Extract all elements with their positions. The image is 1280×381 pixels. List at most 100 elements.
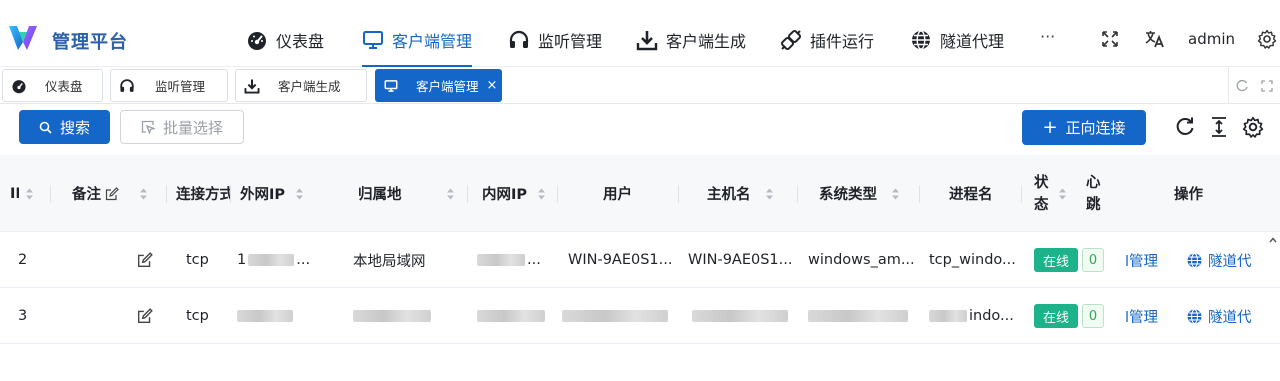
scroll-up-icon[interactable]: [1268, 235, 1278, 245]
cell-process: indo...: [929, 288, 1014, 344]
maximize-icon[interactable]: [1260, 79, 1274, 93]
sort-icon[interactable]: [537, 187, 546, 201]
download-icon: [244, 78, 260, 94]
cell-user: [562, 288, 668, 344]
nav-item-tunnel-proxy[interactable]: 隧道代理: [910, 27, 1004, 53]
nav-label: 插件运行: [810, 32, 875, 51]
column-header-heartbeat[interactable]: 心 跳: [1086, 155, 1116, 232]
table-row[interactable]: 3 tcp indo... 在线 0 l管理 隧道代: [0, 288, 1280, 344]
column-divider: [919, 185, 920, 203]
column-divider: [166, 185, 167, 203]
edit-remark-icon[interactable]: [137, 288, 153, 344]
top-navigation-bar: 管理平台 仪表盘 客户端管理 监听管理 客户端生成 插件运行 隧道代理 ··· …: [0, 0, 1280, 67]
globe-icon: [1186, 308, 1203, 325]
cell-id: 2: [18, 252, 28, 268]
batch-select-button[interactable]: 批量选择: [120, 110, 244, 144]
nav-label: 监听管理: [538, 32, 603, 51]
tab-client-generation[interactable]: 客户端生成: [235, 69, 367, 102]
tab-listener-management[interactable]: 监听管理: [110, 69, 228, 102]
column-divider: [678, 185, 679, 203]
settings-icon[interactable]: [1257, 27, 1277, 51]
column-header-os[interactable]: 系统类型: [819, 155, 919, 232]
globe-icon: [1186, 252, 1203, 269]
heartbeat-badge: 0: [1082, 304, 1104, 328]
search-button[interactable]: 搜索: [19, 110, 110, 144]
plus-icon: +: [1042, 117, 1058, 138]
column-header-external-ip[interactable]: 外网IP: [240, 155, 330, 232]
status-badge: 在线: [1034, 304, 1078, 328]
cell-os: [808, 288, 908, 344]
sort-icon[interactable]: [1058, 155, 1072, 232]
column-header-id[interactable]: ID: [10, 155, 50, 232]
cell-location: 本地局域网: [353, 253, 426, 270]
sort-icon[interactable]: [446, 155, 460, 232]
refresh-icon[interactable]: [1172, 114, 1198, 140]
cell-external-ip: [237, 288, 293, 344]
sort-icon[interactable]: [295, 187, 304, 201]
sort-icon[interactable]: [765, 187, 774, 201]
column-header-process[interactable]: 进程名: [949, 155, 1009, 232]
nav-item-client-management[interactable]: 客户端管理: [362, 27, 473, 67]
heartbeat-badge: 0: [1082, 248, 1104, 272]
manage-link[interactable]: l管理: [1125, 288, 1158, 344]
manage-link[interactable]: l管理: [1125, 232, 1158, 288]
sort-icon[interactable]: [891, 187, 900, 201]
cell-internal-ip: ...: [477, 232, 541, 288]
tab-client-management[interactable]: 客户端管理 ×: [375, 69, 502, 102]
redacted-value: [237, 310, 293, 322]
column-header-remark[interactable]: 备注: [72, 155, 162, 232]
monitor-icon: [384, 79, 398, 93]
column-header-internal-ip[interactable]: 内网IP: [482, 155, 562, 232]
status-badge: 在线: [1034, 248, 1078, 272]
cell-process: tcp_windo...: [929, 252, 1016, 268]
column-divider: [797, 185, 798, 203]
headphones-icon: [508, 29, 530, 51]
sort-icon[interactable]: [139, 187, 148, 201]
nav-more-button[interactable]: ···: [1040, 27, 1055, 46]
column-header-location[interactable]: 归属地: [358, 155, 408, 232]
nav-label: 隧道代理: [940, 32, 1005, 51]
nav-item-dashboard[interactable]: 仪表盘: [246, 27, 324, 53]
dashboard-icon: [246, 29, 268, 51]
column-header-protocol[interactable]: 连接方式: [176, 155, 230, 232]
nav-item-plugin-run[interactable]: 插件运行: [780, 27, 874, 53]
column-settings-icon[interactable]: [1240, 114, 1266, 140]
row-density-icon[interactable]: [1206, 114, 1232, 140]
brand-title: 管理平台: [52, 32, 128, 53]
nav-item-listener-management[interactable]: 监听管理: [508, 27, 602, 53]
nav-label: 仪表盘: [276, 32, 325, 51]
table-row[interactable]: 2 tcp 1 ... 本地局域网 ... WIN-9AE0S1... WIN-…: [0, 232, 1280, 288]
tab-dashboard[interactable]: 仪表盘: [2, 69, 103, 102]
cell-location: [353, 288, 431, 344]
cell-protocol: tcp: [186, 308, 209, 324]
forward-connect-button[interactable]: + 正向连接: [1022, 110, 1146, 145]
column-header-actions: 操作: [1174, 187, 1203, 203]
translate-icon[interactable]: [1144, 27, 1166, 51]
user-name[interactable]: admin: [1188, 27, 1235, 51]
tunnel-proxy-link[interactable]: 隧道代: [1186, 232, 1280, 288]
close-icon[interactable]: ×: [487, 78, 498, 93]
column-divider: [467, 185, 468, 203]
sort-icon[interactable]: [25, 187, 34, 201]
tab-bar: 仪表盘 监听管理 客户端生成 客户端管理 ×: [0, 67, 1280, 104]
redacted-value: [353, 310, 431, 322]
nav-label: 客户端生成: [666, 32, 747, 51]
search-button-label: 搜索: [59, 118, 90, 137]
refresh-icon[interactable]: [1235, 79, 1249, 93]
v-logo-icon[interactable]: [8, 22, 38, 52]
fullscreen-icon[interactable]: [1100, 27, 1120, 51]
forward-connect-label: 正向连接: [1065, 119, 1126, 137]
table-header: ID 备注 连接方式 外网IP 归属地 内网IP 用户 主机名 系统类型: [0, 155, 1280, 232]
column-header-user[interactable]: 用户: [603, 155, 643, 232]
headphones-icon: [119, 78, 135, 94]
edit-remark-icon[interactable]: [137, 232, 153, 288]
redacted-value: [477, 254, 525, 266]
redacted-value: [248, 254, 295, 266]
redacted-value: [562, 310, 668, 322]
tunnel-proxy-link[interactable]: 隧道代: [1186, 288, 1280, 344]
cell-id: 3: [18, 308, 28, 324]
column-header-hostname[interactable]: 主机名: [707, 155, 797, 232]
download-icon: [636, 29, 658, 51]
nav-item-client-generation[interactable]: 客户端生成: [636, 27, 746, 53]
tab-label: 仪表盘: [45, 79, 83, 94]
